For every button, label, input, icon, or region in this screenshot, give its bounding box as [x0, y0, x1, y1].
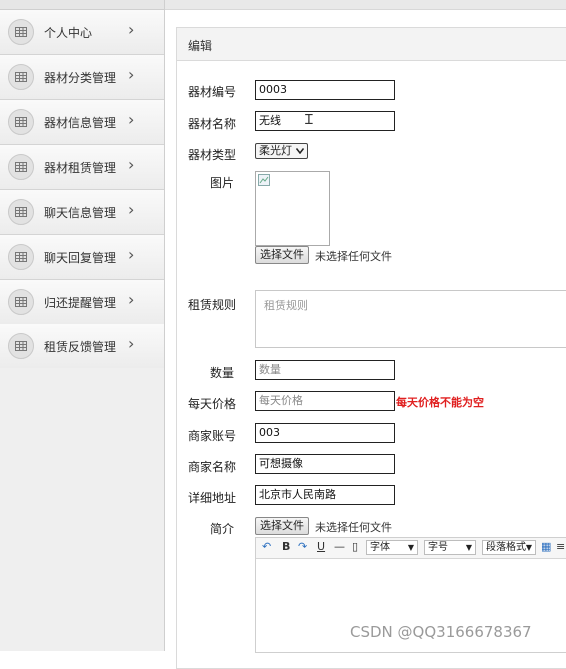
sidebar-item-label: 个人中心: [44, 26, 93, 40]
grid-icon: [8, 289, 34, 315]
sidebar-item-label: 归还提醒管理: [44, 296, 117, 310]
chevron-right-icon: ›: [128, 334, 135, 353]
watermark: CSDN @QQ3166678367: [350, 623, 532, 641]
equip-no-input[interactable]: 0003: [255, 80, 395, 100]
panel-title: 编辑: [188, 39, 213, 53]
broken-image-icon: [258, 174, 270, 186]
chevron-down-icon: ▼: [465, 543, 472, 552]
grid-icon: [8, 244, 34, 270]
chevron-right-icon: ›: [128, 110, 135, 129]
sidebar-item-chat-info[interactable]: 聊天信息管理 ›: [0, 190, 164, 235]
align-icon[interactable]: ≡: [556, 540, 565, 553]
address-input[interactable]: 北京市人民南路: [255, 485, 395, 505]
sidebar-item-label: 聊天回复管理: [44, 251, 117, 265]
sidebar-item-label: 器材租赁管理: [44, 161, 117, 175]
grid-icon: [8, 154, 34, 180]
grid-icon: [8, 199, 34, 225]
paragraph-format-label: 段落格式: [486, 542, 526, 553]
chevron-right-icon: ›: [128, 155, 135, 174]
sidebar-item-return-reminder[interactable]: 归还提醒管理 ›: [0, 280, 164, 325]
panel-header: 编辑: [177, 28, 566, 61]
grid-icon: [8, 19, 34, 45]
rental-rules-label: 租赁规则: [188, 298, 237, 312]
chevron-right-icon: ›: [128, 65, 135, 84]
sidebar-item-label: 聊天信息管理: [44, 206, 117, 220]
sidebar-item-personal-center[interactable]: 个人中心 ›: [0, 10, 164, 55]
sidebar-item-equipment-category[interactable]: 器材分类管理 ›: [0, 55, 164, 100]
document-icon[interactable]: ▯: [352, 540, 358, 553]
editor-toolbar: ↶ B ↷ U — ▯ 字体 ▼ 字号 ▼ 段落格式 ▼ ▦ ≡: [256, 538, 566, 559]
equip-type-selected: 柔光灯: [259, 144, 292, 157]
rental-rules-textarea[interactable]: 租赁规则: [255, 290, 566, 348]
font-size-label: 字号: [428, 542, 448, 553]
daily-price-label: 每天价格: [188, 397, 237, 411]
quantity-input[interactable]: 数量: [255, 360, 395, 380]
daily-price-input[interactable]: 每天价格: [255, 391, 395, 411]
underline-button[interactable]: U: [317, 540, 325, 553]
undo-icon[interactable]: ↶: [262, 540, 271, 553]
equip-name-label: 器材名称: [188, 117, 237, 131]
image-choose-file-button[interactable]: 选择文件: [255, 246, 309, 264]
sidebar-empty-area: [0, 368, 164, 651]
chevron-right-icon: ›: [128, 290, 135, 309]
intro-choose-file-button[interactable]: 选择文件: [255, 517, 309, 535]
font-family-label: 字体: [370, 542, 390, 553]
redo-icon[interactable]: ↷: [298, 540, 307, 553]
equip-name-input[interactable]: 无线: [255, 111, 395, 131]
grid-icon: [8, 333, 34, 359]
image-label: 图片: [210, 176, 235, 190]
intro-file-status: 未选择任何文件: [315, 521, 392, 534]
daily-price-error: 每天价格不能为空: [396, 396, 484, 409]
merchant-account-input[interactable]: 003: [255, 423, 395, 443]
font-family-select[interactable]: 字体 ▼: [366, 540, 418, 555]
image-file-status: 未选择任何文件: [315, 250, 392, 263]
chevron-right-icon: ›: [128, 200, 135, 219]
chevron-down-icon: ▼: [407, 543, 414, 552]
table-icon[interactable]: ▦: [541, 540, 551, 553]
equip-type-select[interactable]: 柔光灯: [255, 143, 308, 159]
horizontal-rule-icon[interactable]: —: [334, 540, 345, 553]
equip-type-label: 器材类型: [188, 148, 237, 162]
address-label: 详细地址: [188, 491, 237, 505]
sidebar-item-label: 租赁反馈管理: [44, 340, 117, 354]
grid-icon: [8, 64, 34, 90]
sidebar-item-label: 器材信息管理: [44, 116, 117, 130]
sidebar-item-label: 器材分类管理: [44, 71, 117, 85]
grid-icon: [8, 109, 34, 135]
chevron-down-icon: [296, 148, 304, 154]
sidebar-item-chat-reply[interactable]: 聊天回复管理 ›: [0, 235, 164, 280]
merchant-account-label: 商家账号: [188, 429, 237, 443]
main-top-strip: [165, 0, 566, 10]
bold-button[interactable]: B: [282, 540, 290, 553]
sidebar-item-rental-feedback[interactable]: 租赁反馈管理 ›: [0, 324, 164, 369]
merchant-name-label: 商家名称: [188, 460, 237, 474]
paragraph-format-select[interactable]: 段落格式 ▼: [482, 540, 536, 555]
image-preview: [255, 171, 330, 246]
sidebar: 个人中心 › 器材分类管理 › 器材信息管理 › 器材租赁管理 › 聊天信息管理…: [0, 0, 165, 651]
intro-label: 简介: [210, 522, 235, 536]
chevron-right-icon: ›: [128, 20, 135, 39]
text-cursor-icon: Ɪ: [305, 112, 313, 128]
chevron-down-icon: ▼: [525, 541, 532, 554]
equip-no-label: 器材编号: [188, 85, 237, 99]
font-size-select[interactable]: 字号 ▼: [424, 540, 476, 555]
sidebar-item-equipment-info[interactable]: 器材信息管理 ›: [0, 100, 164, 145]
merchant-name-input[interactable]: 可想摄像: [255, 454, 395, 474]
sidebar-top-strip: [0, 0, 164, 10]
chevron-right-icon: ›: [128, 245, 135, 264]
quantity-label: 数量: [210, 366, 235, 380]
sidebar-item-equipment-rental[interactable]: 器材租赁管理 ›: [0, 145, 164, 190]
